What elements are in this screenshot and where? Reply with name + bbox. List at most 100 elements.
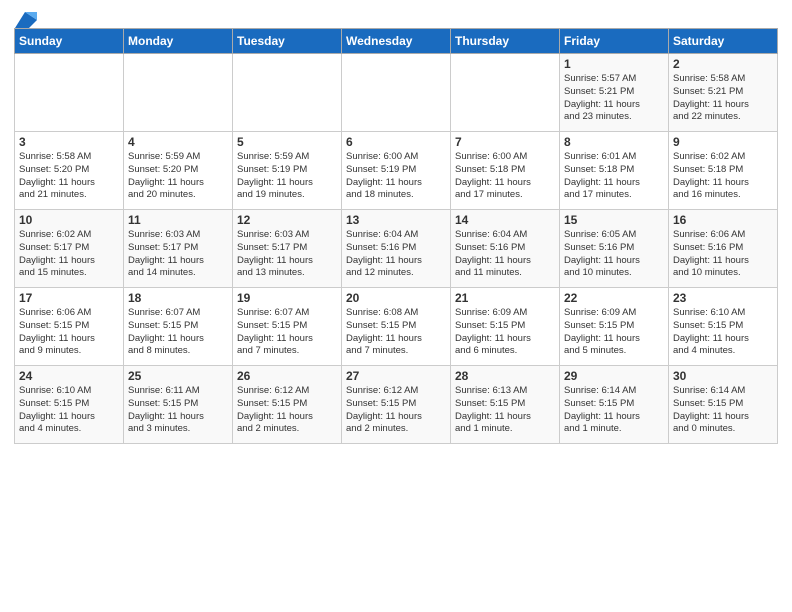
day-number: 2 [673,57,773,71]
weekday-header-wednesday: Wednesday [342,29,451,54]
day-number: 27 [346,369,446,383]
week-row-3: 10Sunrise: 6:02 AM Sunset: 5:17 PM Dayli… [15,210,778,288]
day-info: Sunrise: 6:09 AM Sunset: 5:15 PM Dayligh… [564,307,664,358]
weekday-header-friday: Friday [560,29,669,54]
calendar-cell: 30Sunrise: 6:14 AM Sunset: 5:15 PM Dayli… [669,366,778,444]
calendar-cell: 20 Sunrise: 6:08 AM Sunset: 5:15 PM Dayli… [342,288,451,366]
calendar-cell: 8Sunrise: 6:01 AM Sunset: 5:18 PM Daylig… [560,132,669,210]
day-number: 3 [19,135,119,149]
calendar-cell [233,54,342,132]
weekday-header-thursday: Thursday [451,29,560,54]
week-row-1: 1 Sunrise: 5:57 AM Sunset: 5:21 PM Daylig… [15,54,778,132]
header-row-days: SundayMondayTuesdayWednesdayThursdayFrid… [15,29,778,54]
calendar-cell: 28Sunrise: 6:13 AM Sunset: 5:15 PM Dayli… [451,366,560,444]
calendar-cell: 3Sunrise: 5:58 AM Sunset: 5:20 PM Daylig… [15,132,124,210]
day-info: Sunrise: 6:07 AM Sunset: 5:15 PM Dayligh… [128,307,228,358]
week-row-2: 3Sunrise: 5:58 AM Sunset: 5:20 PM Daylig… [15,132,778,210]
day-number: 8 [564,135,664,149]
day-info: Sunrise: 6:12 AM Sunset: 5:15 PM Dayligh… [237,385,337,436]
calendar-cell: 23 Sunrise: 6:10 AM Sunset: 5:15 PM Dayli… [669,288,778,366]
day-number: 10 [19,213,119,227]
day-number: 14 [455,213,555,227]
calendar-cell [124,54,233,132]
header-row [14,10,778,24]
day-number: 20 [346,291,446,305]
day-number: 29 [564,369,664,383]
calendar-cell: 26 Sunrise: 6:12 AM Sunset: 5:15 PM Dayli… [233,366,342,444]
day-info: Sunrise: 6:07 AM Sunset: 5:15 PM Dayligh… [237,307,337,358]
day-number: 7 [455,135,555,149]
day-number: 21 [455,291,555,305]
day-info: Sunrise: 6:03 AM Sunset: 5:17 PM Dayligh… [237,229,337,280]
week-row-5: 24 Sunrise: 6:10 AM Sunset: 5:15 PM Dayli… [15,366,778,444]
day-info: Sunrise: 6:08 AM Sunset: 5:15 PM Dayligh… [346,307,446,358]
day-number: 13 [346,213,446,227]
calendar-cell: 24 Sunrise: 6:10 AM Sunset: 5:15 PM Dayli… [15,366,124,444]
day-number: 16 [673,213,773,227]
day-number: 9 [673,135,773,149]
day-number: 6 [346,135,446,149]
day-info: Sunrise: 6:09 AM Sunset: 5:15 PM Dayligh… [455,307,555,358]
calendar-cell: 29Sunrise: 6:14 AM Sunset: 5:15 PM Dayli… [560,366,669,444]
calendar-cell [342,54,451,132]
day-number: 11 [128,213,228,227]
weekday-header-sunday: Sunday [15,29,124,54]
calendar-cell: 22 Sunrise: 6:09 AM Sunset: 5:15 PM Dayli… [560,288,669,366]
calendar-cell [451,54,560,132]
calendar-cell: 1 Sunrise: 5:57 AM Sunset: 5:21 PM Daylig… [560,54,669,132]
calendar-cell: 18 Sunrise: 6:07 AM Sunset: 5:15 PM Dayli… [124,288,233,366]
day-info: Sunrise: 6:10 AM Sunset: 5:15 PM Dayligh… [673,307,773,358]
day-number: 24 [19,369,119,383]
day-number: 4 [128,135,228,149]
logo-icon [15,12,37,28]
calendar-cell: 2Sunrise: 5:58 AM Sunset: 5:21 PM Daylig… [669,54,778,132]
calendar-cell: 6Sunrise: 6:00 AM Sunset: 5:19 PM Daylig… [342,132,451,210]
day-info: Sunrise: 6:06 AM Sunset: 5:15 PM Dayligh… [19,307,119,358]
calendar-cell: 9 Sunrise: 6:02 AM Sunset: 5:18 PM Daylig… [669,132,778,210]
day-number: 18 [128,291,228,305]
calendar-cell: 19 Sunrise: 6:07 AM Sunset: 5:15 PM Dayli… [233,288,342,366]
day-info: Sunrise: 6:03 AM Sunset: 5:17 PM Dayligh… [128,229,228,280]
weekday-header-saturday: Saturday [669,29,778,54]
calendar-cell: 17 Sunrise: 6:06 AM Sunset: 5:15 PM Dayli… [15,288,124,366]
calendar-cell [15,54,124,132]
calendar-cell: 12 Sunrise: 6:03 AM Sunset: 5:17 PM Dayli… [233,210,342,288]
calendar-cell: 14 Sunrise: 6:04 AM Sunset: 5:16 PM Dayli… [451,210,560,288]
day-info: Sunrise: 5:59 AM Sunset: 5:20 PM Dayligh… [128,151,228,202]
day-info: Sunrise: 5:59 AM Sunset: 5:19 PM Dayligh… [237,151,337,202]
day-info: Sunrise: 6:06 AM Sunset: 5:16 PM Dayligh… [673,229,773,280]
day-info: Sunrise: 6:04 AM Sunset: 5:16 PM Dayligh… [346,229,446,280]
calendar-cell: 27 Sunrise: 6:12 AM Sunset: 5:15 PM Dayli… [342,366,451,444]
calendar-cell: 4 Sunrise: 5:59 AM Sunset: 5:20 PM Daylig… [124,132,233,210]
logo [14,14,37,24]
calendar-cell: 11 Sunrise: 6:03 AM Sunset: 5:17 PM Dayli… [124,210,233,288]
calendar-cell: 25Sunrise: 6:11 AM Sunset: 5:15 PM Dayli… [124,366,233,444]
day-info: Sunrise: 6:05 AM Sunset: 5:16 PM Dayligh… [564,229,664,280]
weekday-header-tuesday: Tuesday [233,29,342,54]
day-number: 5 [237,135,337,149]
day-info: Sunrise: 6:04 AM Sunset: 5:16 PM Dayligh… [455,229,555,280]
day-info: Sunrise: 6:13 AM Sunset: 5:15 PM Dayligh… [455,385,555,436]
day-number: 23 [673,291,773,305]
calendar-cell: 5 Sunrise: 5:59 AM Sunset: 5:19 PM Daylig… [233,132,342,210]
day-number: 12 [237,213,337,227]
calendar-cell: 13 Sunrise: 6:04 AM Sunset: 5:16 PM Dayli… [342,210,451,288]
day-info: Sunrise: 5:57 AM Sunset: 5:21 PM Dayligh… [564,73,664,124]
day-number: 19 [237,291,337,305]
day-number: 17 [19,291,119,305]
week-row-4: 17 Sunrise: 6:06 AM Sunset: 5:15 PM Dayli… [15,288,778,366]
calendar-cell: 15 Sunrise: 6:05 AM Sunset: 5:16 PM Dayli… [560,210,669,288]
calendar-cell: 7Sunrise: 6:00 AM Sunset: 5:18 PM Daylig… [451,132,560,210]
day-info: Sunrise: 6:12 AM Sunset: 5:15 PM Dayligh… [346,385,446,436]
calendar-table: SundayMondayTuesdayWednesdayThursdayFrid… [14,28,778,444]
day-number: 1 [564,57,664,71]
day-number: 26 [237,369,337,383]
page-container: SundayMondayTuesdayWednesdayThursdayFrid… [0,0,792,452]
day-number: 30 [673,369,773,383]
day-number: 15 [564,213,664,227]
day-info: Sunrise: 6:10 AM Sunset: 5:15 PM Dayligh… [19,385,119,436]
day-number: 25 [128,369,228,383]
calendar-cell: 21 Sunrise: 6:09 AM Sunset: 5:15 PM Dayli… [451,288,560,366]
day-number: 22 [564,291,664,305]
day-info: Sunrise: 6:02 AM Sunset: 5:18 PM Dayligh… [673,151,773,202]
